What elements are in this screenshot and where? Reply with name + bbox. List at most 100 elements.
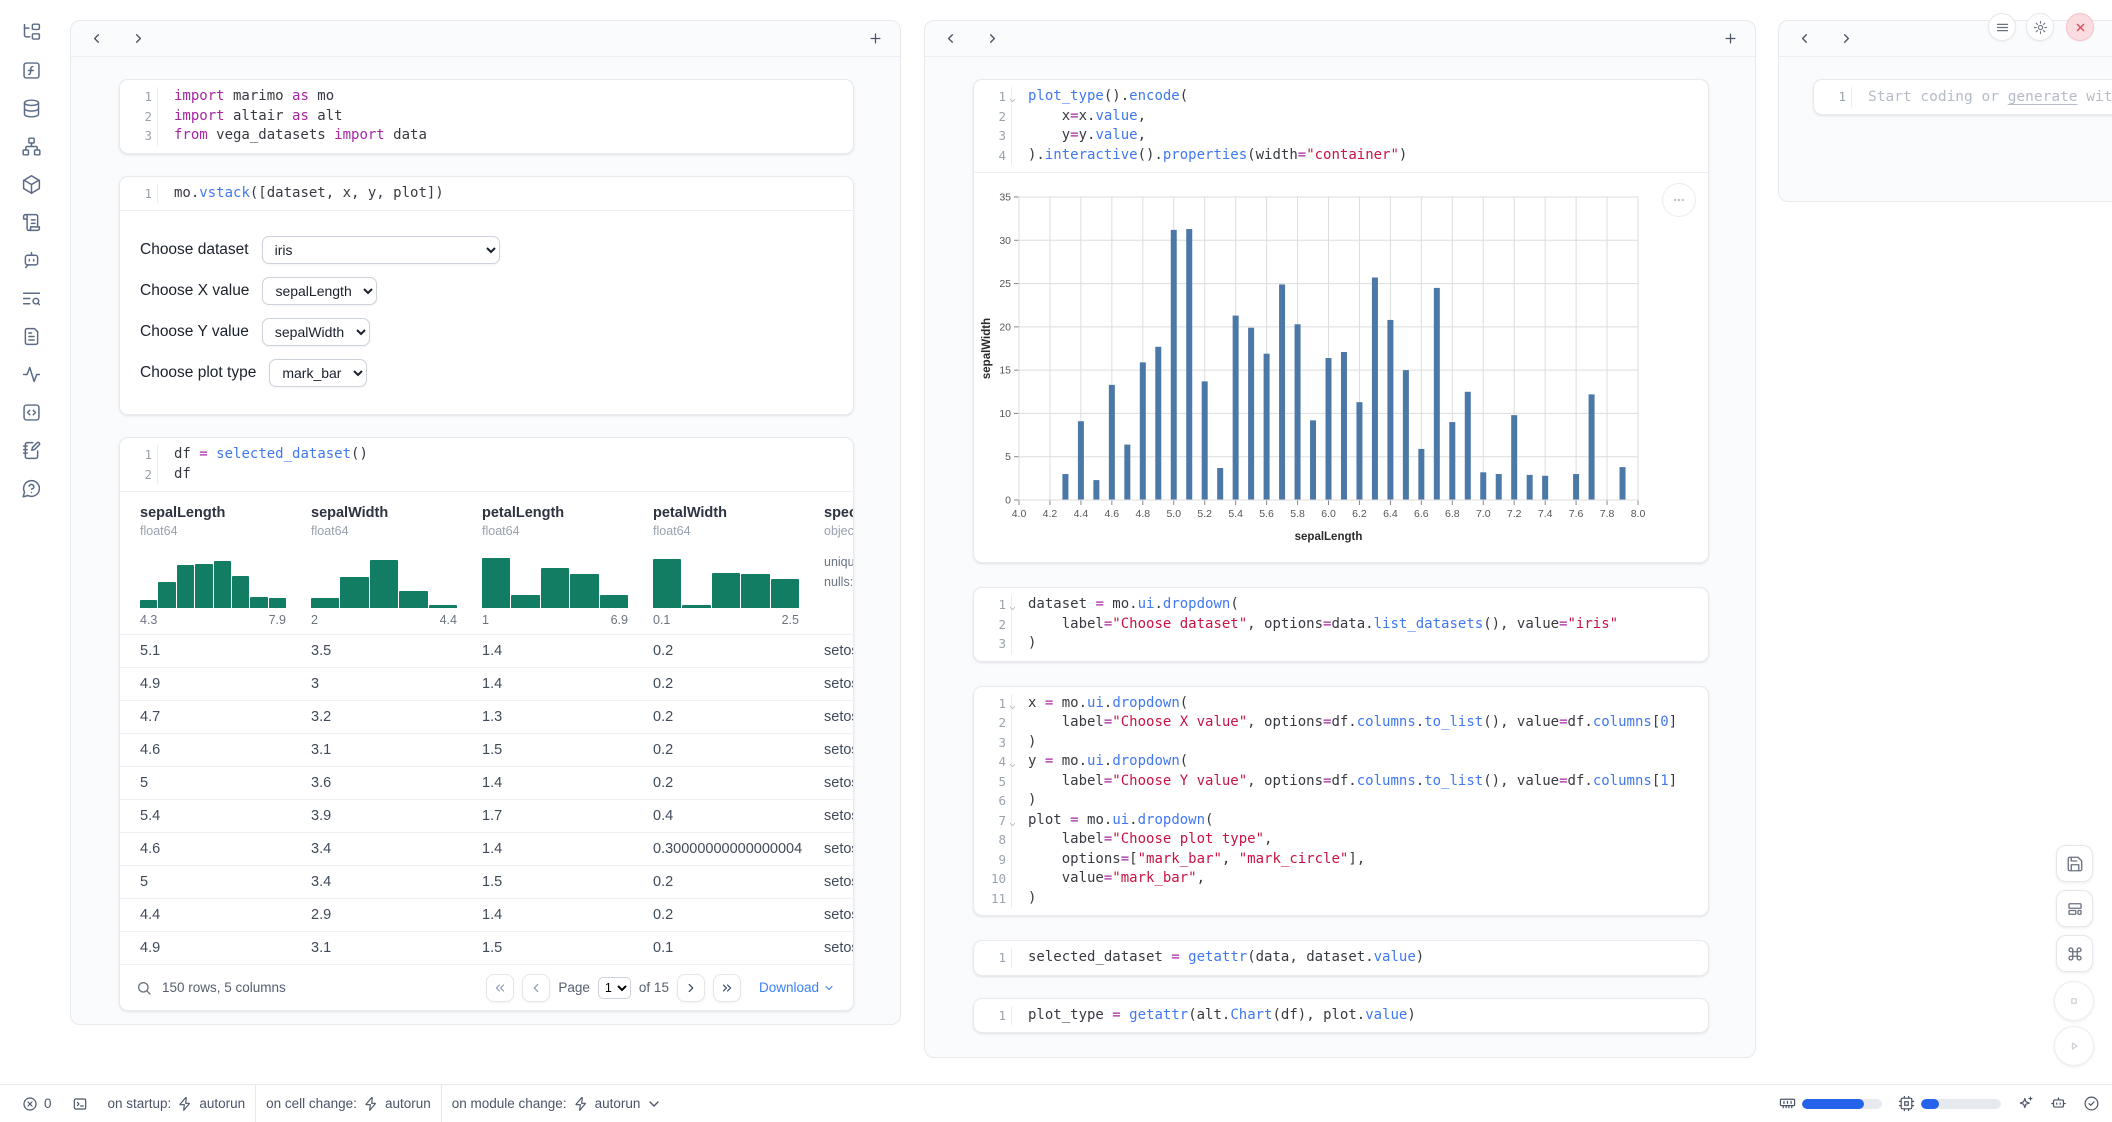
- code-editor[interactable]: 1df = selected_dataset()2df: [120, 438, 853, 491]
- run-button[interactable]: [2054, 1026, 2094, 1066]
- code-editor[interactable]: 1mo.vstack([dataset, x, y, plot]): [120, 177, 853, 211]
- copilot-bot-button[interactable]: [2050, 1095, 2067, 1112]
- table-cell: 2.9: [311, 907, 482, 923]
- cell-empty-editor[interactable]: 1 Start coding or generate with AI: [1813, 79, 2112, 115]
- column-dtype: object: [824, 524, 853, 538]
- autorun-setting[interactable]: on startup:autorun: [98, 1096, 256, 1112]
- table-cell: 3.1: [311, 940, 482, 956]
- table-cell: setosa: [824, 808, 853, 824]
- package-icon[interactable]: [19, 172, 43, 196]
- table-cell: 1.3: [482, 709, 653, 725]
- error-counter[interactable]: 0: [12, 1096, 62, 1112]
- chart-actions-button[interactable]: [1662, 183, 1696, 217]
- sidebar-rail: [0, 0, 62, 1084]
- column-name[interactable]: species: [824, 505, 853, 521]
- function-square-icon[interactable]: [19, 58, 43, 82]
- code-editor[interactable]: 1plot_type().encode(2 x=x.value,3 y=y.va…: [974, 80, 1708, 172]
- svg-text:10: 10: [999, 408, 1011, 420]
- table-cell: 0.2: [653, 775, 824, 791]
- activity-icon[interactable]: [19, 362, 43, 386]
- table-cell: setosa: [824, 874, 853, 890]
- terminal-button[interactable]: [62, 1096, 98, 1112]
- database-icon[interactable]: [19, 96, 43, 120]
- search-icon[interactable]: [136, 980, 152, 996]
- scroll-text-icon[interactable]: [19, 210, 43, 234]
- chevron-right-icon[interactable]: [983, 30, 1001, 48]
- chevron-left-icon[interactable]: [87, 30, 105, 48]
- line-number: 6: [974, 791, 1012, 811]
- add-cell-button[interactable]: [1721, 30, 1739, 48]
- generate-link[interactable]: generate: [2008, 89, 2078, 105]
- svg-text:4.0: 4.0: [1012, 508, 1027, 520]
- choose-x-value-select[interactable]: sepalLength: [262, 277, 377, 305]
- chevron-right-icon[interactable]: [1837, 30, 1855, 48]
- memory-icon: [1779, 1095, 1796, 1112]
- line-number: 4: [974, 146, 1012, 166]
- stop-button[interactable]: [2054, 981, 2094, 1021]
- save-button[interactable]: [2056, 845, 2093, 882]
- svg-text:7.2: 7.2: [1507, 508, 1522, 520]
- autorun-value: autorun: [595, 1096, 641, 1111]
- page-select[interactable]: 1: [598, 977, 631, 999]
- code-editor[interactable]: 1dataset = mo.ui.dropdown(2 label="Choos…: [974, 588, 1708, 661]
- table-row: 4.63.11.50.2setosa: [120, 733, 853, 766]
- command-palette-button[interactable]: [2056, 935, 2093, 972]
- add-cell-button[interactable]: [866, 30, 884, 48]
- column-name[interactable]: petalWidth: [653, 505, 824, 521]
- svg-text:5.2: 5.2: [1197, 508, 1212, 520]
- ai-sparkles-button[interactable]: [2017, 1095, 2034, 1112]
- chat-bot-icon[interactable]: [19, 248, 43, 272]
- code-editor[interactable]: 1selected_dataset = getattr(data, datase…: [974, 941, 1708, 975]
- text-search-icon[interactable]: [19, 286, 43, 310]
- file-text-icon[interactable]: [19, 324, 43, 348]
- table-cell: 4.9: [140, 676, 311, 692]
- column-name[interactable]: sepalLength: [140, 505, 311, 521]
- table-cell: 3.4: [311, 841, 482, 857]
- autorun-setting[interactable]: on module change:autorun: [442, 1096, 673, 1112]
- panel-right-header: [1779, 21, 2112, 57]
- settings-gear-button[interactable]: [2026, 13, 2054, 41]
- choose-plot-type-select[interactable]: mark_bar: [269, 359, 367, 387]
- bar-chart[interactable]: 4.04.24.44.64.85.05.25.45.65.86.06.26.46…: [978, 185, 1693, 547]
- last-page-button[interactable]: [713, 974, 741, 1002]
- table-cell: 3.6: [311, 775, 482, 791]
- download-button[interactable]: Download: [759, 980, 835, 995]
- table-cell: setosa: [824, 775, 853, 791]
- chevron-down-icon: [646, 1096, 662, 1112]
- first-page-button[interactable]: [486, 974, 514, 1002]
- chevron-right-icon[interactable]: [129, 30, 147, 48]
- choose-y-value-select[interactable]: sepalWidth: [262, 318, 370, 346]
- layout-button[interactable]: [2056, 890, 2093, 927]
- help-circle-icon[interactable]: [19, 476, 43, 500]
- column-name[interactable]: petalLength: [482, 505, 653, 521]
- menu-button[interactable]: [1988, 13, 2016, 41]
- table-cell: setosa: [824, 907, 853, 923]
- column-name[interactable]: sepalWidth: [311, 505, 482, 521]
- table-cell: 1.4: [482, 841, 653, 857]
- line-number: 11: [974, 889, 1012, 909]
- table-header: sepalLengthfloat644.37.9sepalWidthfloat6…: [120, 492, 853, 634]
- line-number: 4: [974, 752, 1012, 772]
- code-snippet-icon[interactable]: [19, 400, 43, 424]
- autorun-setting[interactable]: on cell change:autorun: [256, 1096, 441, 1112]
- dependency-graph-icon[interactable]: [19, 134, 43, 158]
- close-button[interactable]: [2066, 13, 2094, 41]
- code-editor[interactable]: 1import marimo as mo2import altair as al…: [120, 80, 853, 153]
- marimo-app: 1import marimo as mo2import altair as al…: [0, 0, 2112, 1122]
- code-editor[interactable]: 1plot_type = getattr(alt.Chart(df), plot…: [974, 999, 1708, 1033]
- chevron-left-icon[interactable]: [941, 30, 959, 48]
- connection-status-button[interactable]: [2083, 1095, 2100, 1112]
- choose-dataset-select[interactable]: iris: [262, 236, 500, 264]
- form-row: Choose Y valuesepalWidth: [140, 318, 833, 346]
- notebook-pen-icon[interactable]: [19, 438, 43, 462]
- next-page-button[interactable]: [677, 974, 705, 1002]
- line-number: 7: [974, 811, 1012, 831]
- table-cell: 0.2: [653, 676, 824, 692]
- line-number: 2: [974, 713, 1012, 733]
- file-tree-icon[interactable]: [19, 20, 43, 44]
- line-number: 2: [120, 465, 158, 485]
- page-total: of 15: [639, 980, 669, 995]
- chevron-left-icon[interactable]: [1795, 30, 1813, 48]
- prev-page-button[interactable]: [522, 974, 550, 1002]
- code-editor[interactable]: 1x = mo.ui.dropdown(2 label="Choose X va…: [974, 687, 1708, 916]
